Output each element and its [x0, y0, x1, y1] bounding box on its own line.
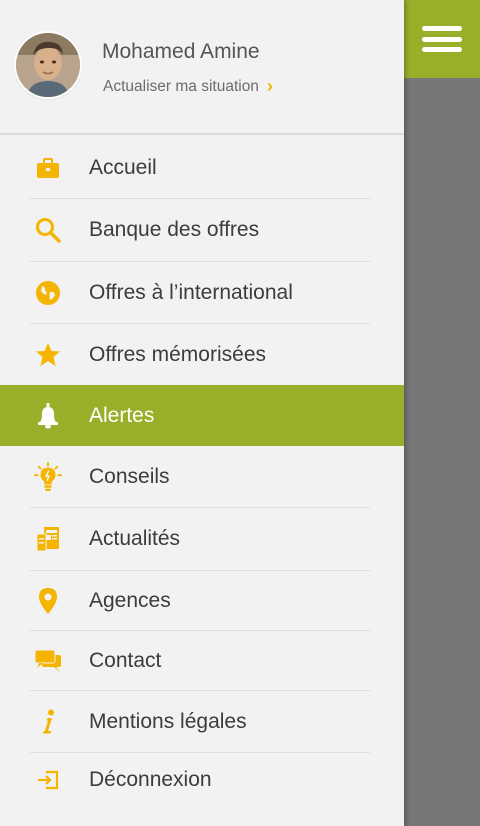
update-status-link[interactable]: Actualiser ma situation ›: [103, 76, 273, 97]
search-icon: [34, 216, 62, 244]
menu-toggle-button[interactable]: [404, 0, 480, 78]
menu-item-offres-international[interactable]: Offres à l’international: [0, 262, 404, 323]
menu-item-actualites[interactable]: Actualités: [0, 508, 404, 570]
menu-item-label: Conseils: [89, 464, 170, 488]
menu-item-offres-memorisees[interactable]: Offres mémorisées: [0, 324, 404, 385]
menu-item-conseils[interactable]: Conseils: [0, 446, 404, 507]
menu-item-label: Mentions légales: [89, 709, 247, 733]
menu-item-label: Accueil: [89, 156, 157, 179]
menu-item-mentions-legales[interactable]: Mentions légales: [0, 691, 404, 752]
avatar[interactable]: [16, 33, 80, 97]
menu-item-alertes[interactable]: Alertes: [0, 385, 404, 446]
menu-item-label: Offres mémorisées: [89, 342, 266, 366]
menu-item-label: Agences: [89, 588, 171, 612]
bell-icon: [34, 402, 62, 430]
map-pin-icon: [34, 587, 62, 615]
menu-item-banque-des-offres[interactable]: Banque des offres: [0, 199, 404, 261]
menu-item-label: Déconnexion: [89, 768, 212, 791]
chevron-right-icon: ›: [266, 76, 273, 96]
star-icon: [34, 341, 62, 369]
briefcase-icon: [34, 154, 62, 182]
globe-icon: [34, 279, 62, 307]
menu-item-label: Actualités: [89, 527, 181, 550]
navigation-drawer: Mohamed Amine Actualiser ma situation › …: [0, 0, 404, 826]
update-status-label: Actualiser ma situation: [103, 77, 259, 95]
menu-item-accueil[interactable]: Accueil: [0, 138, 404, 198]
menu-item-label: Contact: [89, 648, 162, 672]
lightbulb-icon: [34, 461, 62, 491]
drawer-overlay[interactable]: [404, 0, 480, 826]
menu-item-label: Banque des offres: [89, 218, 260, 241]
menu-item-deconnexion[interactable]: Déconnexion: [0, 753, 404, 807]
logout-icon: [34, 766, 62, 794]
chat-bubbles-icon: [34, 647, 62, 675]
menu-item-contact[interactable]: Contact: [0, 631, 404, 690]
menu-item-label: Alertes: [89, 403, 155, 427]
hamburger-icon: [422, 26, 462, 52]
menu-item-label: Offres à l’international: [89, 280, 293, 304]
menu-item-agences[interactable]: Agences: [0, 571, 404, 630]
info-icon: [34, 708, 62, 736]
profile-header: Mohamed Amine Actualiser ma situation ›: [0, 0, 404, 135]
profile-name: Mohamed Amine: [102, 40, 260, 63]
newspaper-icon: [34, 525, 62, 553]
